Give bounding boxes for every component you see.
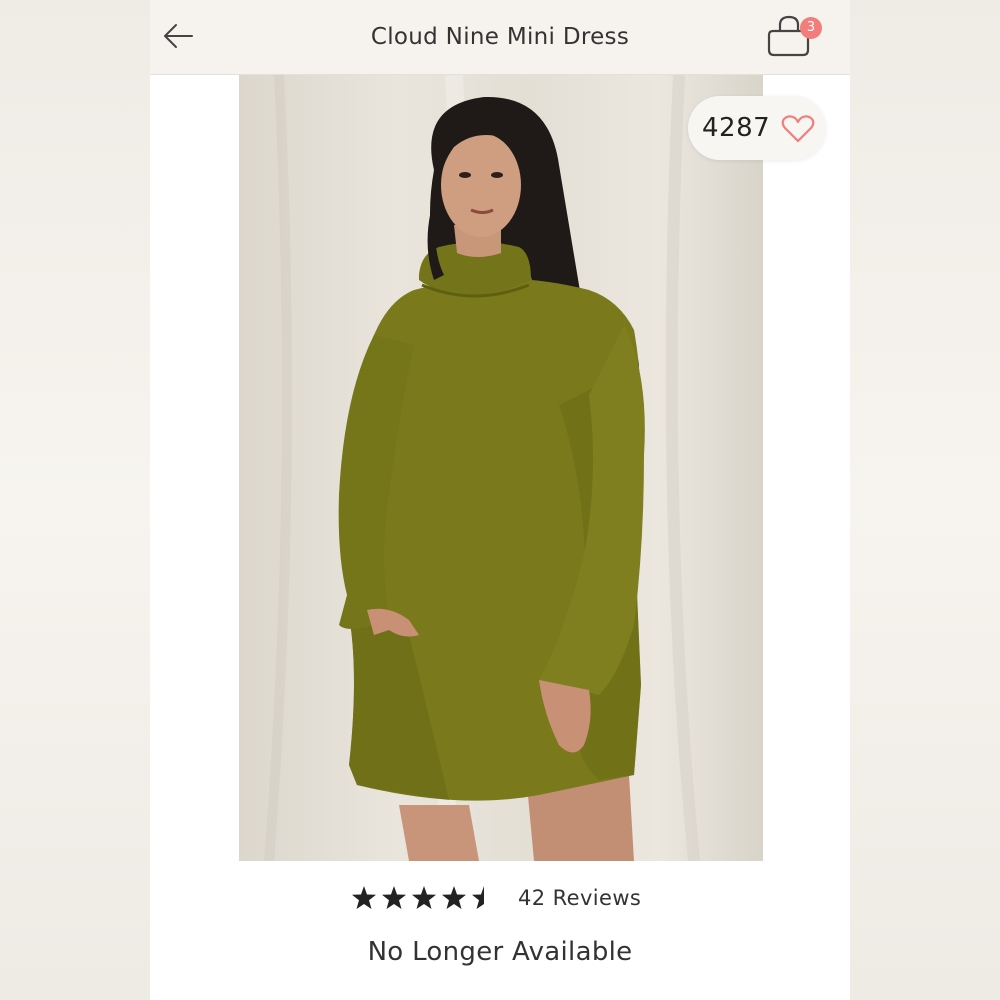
rating-row: 42 Reviews	[150, 878, 850, 918]
star-icon	[352, 886, 376, 909]
half-star-icon	[472, 886, 484, 909]
reviews-link[interactable]: 42 Reviews	[518, 878, 641, 918]
page-title: Cloud Nine Mini Dress	[370, 24, 630, 50]
star-icon	[442, 886, 466, 909]
back-button[interactable]	[162, 18, 198, 54]
product-image[interactable]	[239, 75, 763, 861]
arrow-left-icon	[164, 24, 193, 48]
product-photo-illustration	[264, 75, 700, 861]
star-rating	[352, 886, 484, 909]
product-screen: Cloud Nine Mini Dress 3 4287 42 Reviews …	[150, 0, 850, 1000]
availability-status: No Longer Available	[367, 937, 633, 967]
like-count: 4287	[702, 113, 771, 143]
backdrop-left	[0, 0, 150, 1000]
like-button[interactable]: 4287	[688, 96, 826, 160]
cart-count-badge: 3	[800, 17, 822, 39]
top-navigation-bar: Cloud Nine Mini Dress 3	[150, 0, 850, 75]
heart-outline-icon	[781, 115, 815, 143]
star-icon	[382, 886, 406, 909]
star-icon	[412, 886, 436, 909]
backdrop-right	[850, 0, 1000, 1000]
